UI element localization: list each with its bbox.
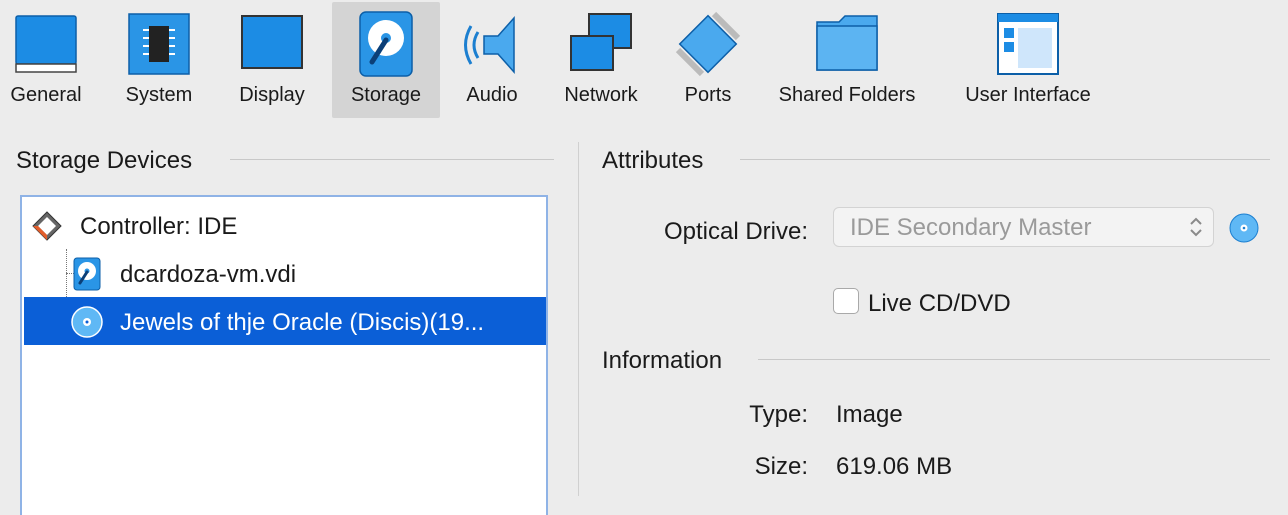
information-title: Information (602, 347, 723, 374)
vdi-label: dcardoza-vm.vdi (120, 261, 297, 288)
panel-divider (578, 142, 579, 496)
network-icon (567, 10, 635, 78)
optical-drive-value: IDE Secondary Master (850, 214, 1092, 241)
audio-speaker-icon (458, 10, 526, 78)
optical-disc-icon (70, 305, 104, 339)
tree-item-vdi[interactable]: dcardoza-vm.vdi (22, 249, 546, 297)
display-monitor-icon (238, 10, 306, 78)
tab-ports[interactable]: Ports (668, 2, 748, 118)
tab-storage[interactable]: Storage (332, 2, 440, 118)
tab-label: Audio (466, 84, 518, 106)
settings-toolbar: General System Display Storage Audio Net… (0, 0, 1288, 120)
tab-label: Network (564, 84, 638, 106)
optical-drive-select[interactable]: IDE Secondary Master (833, 207, 1214, 247)
type-label: Type: (749, 401, 808, 428)
tab-label: General (10, 84, 82, 106)
tab-label: Ports (684, 84, 732, 106)
user-interface-icon (994, 10, 1062, 78)
tab-display[interactable]: Display (224, 2, 320, 118)
general-icon (12, 10, 80, 78)
chevron-updown-icon (1187, 214, 1205, 240)
tab-label: User Interface (965, 84, 1091, 106)
section-divider (740, 159, 1270, 160)
tab-label: Storage (350, 84, 422, 106)
size-value: 619.06 MB (836, 453, 953, 480)
tab-network[interactable]: Network (552, 2, 650, 118)
live-cd-label: Live CD/DVD (868, 290, 1011, 317)
attributes-title: Attributes (602, 147, 704, 174)
section-divider (230, 159, 554, 160)
live-cd-checkbox[interactable] (833, 288, 859, 314)
tab-shared-folders[interactable]: Shared Folders (770, 2, 924, 118)
optical-drive-label: Optical Drive: (663, 218, 808, 245)
storage-disk-icon (352, 10, 420, 78)
tab-user-interface[interactable]: User Interface (956, 2, 1100, 118)
ports-plug-icon (674, 10, 742, 78)
section-divider (758, 359, 1270, 360)
size-label: Size: (754, 453, 808, 480)
ide-controller-icon (30, 209, 64, 243)
storage-devices-title: Storage Devices (16, 147, 193, 174)
tab-general[interactable]: General (0, 2, 92, 118)
optical-disc-icon (1229, 213, 1259, 243)
tab-audio[interactable]: Audio (450, 2, 534, 118)
tree-controller-ide[interactable]: Controller: IDE (22, 201, 546, 249)
hard-disk-icon (70, 257, 104, 291)
tab-label: Display (239, 84, 305, 106)
choose-disk-button[interactable] (1228, 212, 1260, 244)
tab-system[interactable]: System (114, 2, 204, 118)
controller-label: Controller: IDE (80, 213, 238, 240)
tab-label: System (125, 84, 193, 106)
system-chip-icon (125, 10, 193, 78)
type-value: Image (836, 401, 903, 428)
tree-item-optical[interactable]: Jewels of thje Oracle (Discis)(19... (24, 297, 546, 345)
shared-folder-icon (813, 10, 881, 78)
optical-label: Jewels of thje Oracle (Discis)(19... (120, 309, 485, 336)
storage-tree[interactable]: Controller: IDE dcardoza-vm.vdi Jewels o… (20, 195, 548, 515)
tab-label: Shared Folders (778, 84, 916, 106)
